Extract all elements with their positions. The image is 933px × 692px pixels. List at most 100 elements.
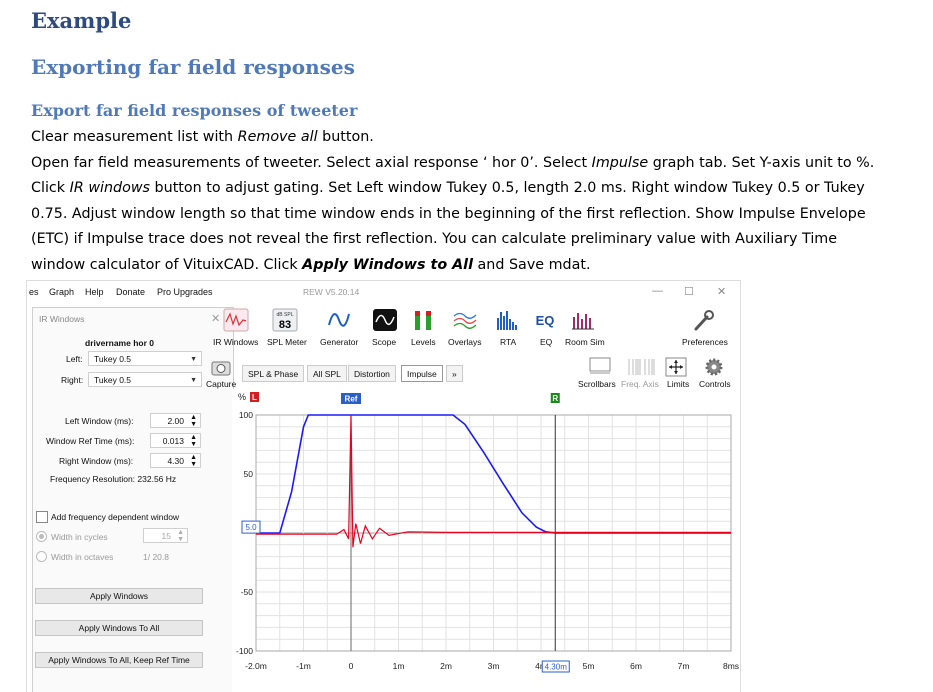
apply-windows-to-all-keep-ref-button[interactable]: Apply Windows To All, Keep Ref Time: [35, 652, 203, 668]
chevron-down-icon: ▼: [190, 377, 197, 384]
scope-icon[interactable]: [372, 308, 398, 332]
window-title: REW V5.20.14: [303, 287, 360, 297]
paragraph-line-4: 0.75. Adjust window length so that time …: [31, 205, 866, 222]
y-unit-label: %: [238, 392, 246, 402]
freq-dependent-checkbox[interactable]: [36, 511, 48, 523]
x-tick-label: 6m: [630, 661, 642, 671]
menu-bar: es Graph Help Donate Pro Upgrades REW V5…: [27, 281, 740, 303]
generator-button[interactable]: Generator: [320, 337, 358, 347]
instructions-body: Clear measurement list with Remove all b…: [31, 125, 921, 279]
y-tick-label: -50: [241, 587, 254, 597]
menu-pro-upgrades[interactable]: Pro Upgrades: [157, 287, 213, 297]
minimize-button[interactable]: —: [652, 285, 663, 297]
eq-button[interactable]: EQ: [540, 337, 552, 347]
menu-graph[interactable]: Graph: [49, 287, 74, 297]
svg-text:EQ: EQ: [536, 313, 555, 328]
x-tick-label: 7m: [678, 661, 690, 671]
x-tick-label: 2m: [440, 661, 452, 671]
heading-tweeter: Export far field responses of tweeter: [31, 101, 358, 120]
menu-es[interactable]: es: [29, 287, 39, 297]
left-window-label: Left Window (ms):: [65, 416, 134, 426]
width-octaves-radio[interactable]: [36, 551, 47, 562]
x-tick-label: 1m: [393, 661, 405, 671]
rew-screenshot: es Graph Help Donate Pro Upgrades REW V5…: [26, 280, 741, 692]
x-tick-label: 0: [349, 661, 354, 671]
right-window-type-label: Right:: [61, 375, 84, 385]
spl-meter-button[interactable]: SPL Meter: [267, 337, 307, 347]
width-cycles-radio[interactable]: [36, 531, 47, 542]
close-button[interactable]: ✕: [717, 285, 726, 298]
spl-value: 83: [279, 319, 291, 331]
width-octaves-value: 1/ 20.8: [143, 552, 169, 562]
tab-all-spl[interactable]: All SPL: [307, 365, 347, 382]
room-sim-icon[interactable]: [570, 308, 596, 332]
ref-marker-label: Ref: [345, 395, 358, 404]
camera-icon[interactable]: [210, 358, 232, 378]
right-marker-label: R: [552, 394, 558, 403]
preferences-button[interactable]: Preferences: [682, 337, 728, 347]
right-window-spinner[interactable]: 4.30 ▲ ▼: [150, 453, 201, 468]
overlays-button[interactable]: Overlays: [448, 337, 482, 347]
gear-icon[interactable]: [703, 357, 725, 377]
generator-icon[interactable]: [326, 308, 352, 332]
tab-impulse[interactable]: Impulse: [401, 365, 443, 382]
limits-label[interactable]: Limits: [667, 379, 689, 389]
freq-dependent-label: Add frequency dependent window: [51, 512, 180, 522]
apply-windows-to-all-button[interactable]: Apply Windows To All: [35, 620, 203, 636]
width-cycles-label: Width in cycles: [51, 532, 108, 542]
chevron-down-icon: ▼: [190, 356, 197, 363]
eq-icon[interactable]: EQ: [532, 308, 558, 332]
rta-icon[interactable]: [494, 308, 520, 332]
spinner-arrows-icon[interactable]: ▲ ▼: [190, 434, 197, 448]
y-tick-label: -100: [236, 646, 253, 656]
tab-more[interactable]: »: [446, 365, 463, 382]
tab-distortion[interactable]: Distortion: [348, 365, 396, 382]
right-window-label: Right Window (ms):: [59, 456, 134, 466]
x-tick-label: 3m: [488, 661, 500, 671]
levels-button[interactable]: Levels: [411, 337, 436, 347]
ir-windows-panel: IR Windows ✕ drivername hor 0 Left: Tuke…: [32, 307, 234, 692]
right-window-type-select[interactable]: Tukey 0.5 ▼: [88, 372, 202, 387]
overlays-icon[interactable]: [452, 308, 478, 332]
scope-button[interactable]: Scope: [372, 337, 396, 347]
tab-spl-phase[interactable]: SPL & Phase: [242, 365, 305, 382]
y-readout: 5.0: [245, 523, 257, 532]
menu-donate[interactable]: Donate: [116, 287, 145, 297]
panel-close-icon[interactable]: ✕: [211, 312, 220, 325]
room-sim-button[interactable]: Room Sim: [565, 337, 605, 347]
frequency-resolution: Frequency Resolution: 232.56 Hz: [50, 474, 177, 484]
scrollbars-icon[interactable]: [589, 357, 611, 375]
x-tick-label: 5m: [583, 661, 595, 671]
spinner-arrows-icon[interactable]: ▲ ▼: [177, 529, 184, 543]
rta-button[interactable]: RTA: [500, 337, 516, 347]
heading-example: Example: [31, 8, 132, 33]
menu-help[interactable]: Help: [85, 287, 104, 297]
maximize-button[interactable]: ☐: [684, 285, 694, 298]
left-window-spinner[interactable]: 2.00 ▲ ▼: [150, 413, 201, 428]
scrollbars-label[interactable]: Scrollbars: [578, 379, 616, 389]
ref-time-label: Window Ref Time (ms):: [46, 436, 135, 446]
capture-button[interactable]: Capture: [206, 379, 236, 389]
impulse-graph[interactable]: 10050-50-100-2.0m -1m 0 1m 2m 3m 4m 5m 6m 7m 8ms% L…: [232, 389, 740, 692]
paragraph-line-6: window calculator of VituixCAD. Click Ap…: [31, 256, 591, 273]
apply-windows-button[interactable]: Apply Windows: [35, 588, 203, 604]
panel-title: IR Windows: [39, 314, 85, 324]
ref-time-spinner[interactable]: 0.013 ▲ ▼: [150, 433, 201, 448]
spinner-arrows-icon[interactable]: ▲ ▼: [190, 414, 197, 428]
x-tick-label: -2.0m: [245, 661, 267, 671]
spinner-arrows-icon[interactable]: ▲ ▼: [190, 454, 197, 468]
y-tick-label: 50: [244, 469, 254, 479]
controls-label[interactable]: Controls: [699, 379, 731, 389]
ir-windows-button[interactable]: IR Windows: [213, 337, 258, 347]
levels-icon[interactable]: [411, 308, 437, 332]
left-window-type-select[interactable]: Tukey 0.5 ▼: [88, 351, 202, 366]
width-cycles-spinner[interactable]: 15 ▲ ▼: [143, 528, 188, 543]
limits-icon[interactable]: [665, 357, 687, 377]
x-tick-label: -1m: [296, 661, 311, 671]
ir-windows-icon[interactable]: [223, 308, 249, 332]
x-readout: 4.30m: [545, 663, 568, 672]
heading-exporting: Exporting far field responses: [31, 55, 355, 79]
freq-axis-icon[interactable]: [627, 358, 657, 376]
wrench-icon[interactable]: [691, 308, 717, 332]
spl-meter-icon[interactable]: dB SPL 83: [272, 308, 298, 332]
